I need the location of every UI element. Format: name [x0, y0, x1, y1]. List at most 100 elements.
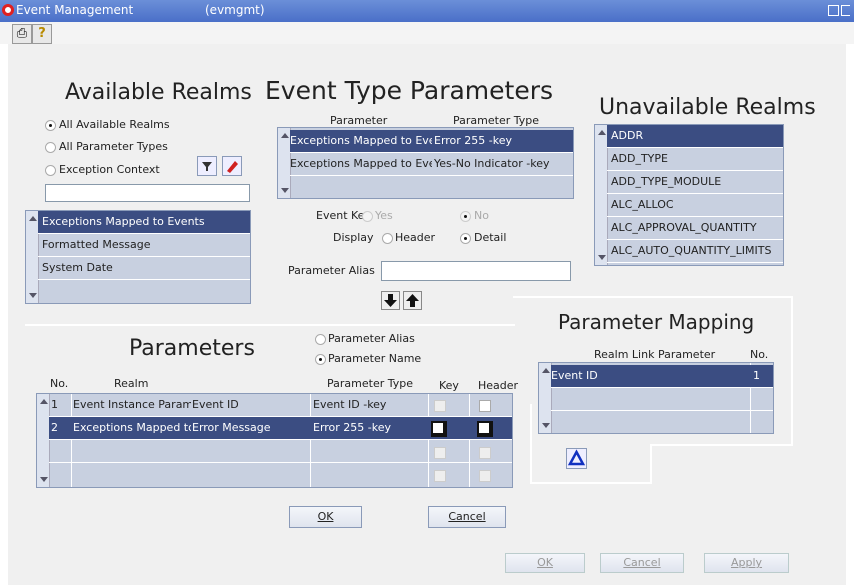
- sort-parameter-name-label: Parameter Name: [328, 352, 422, 365]
- triangle-icon: [567, 449, 586, 466]
- event-key-no-radio[interactable]: [460, 211, 471, 222]
- maximize-icon[interactable]: [828, 5, 839, 16]
- list-item[interactable]: ALC_APPROVAL_QUANTITY: [607, 217, 783, 240]
- realm-cell: Event Instance Parame: [73, 398, 191, 411]
- header-checkbox[interactable]: [479, 447, 491, 459]
- parameter-type-cell: Error 255 -key: [313, 421, 392, 434]
- help-icon[interactable]: ?: [32, 24, 52, 44]
- list-item[interactable]: Formatted Message: [38, 234, 250, 257]
- row-no-cell: 1: [51, 398, 58, 411]
- scroll-up-icon[interactable]: [542, 368, 550, 373]
- list-item-label: ALC_ALLOC: [611, 198, 674, 211]
- list-item-label: Formatted Message: [42, 238, 151, 251]
- available-realms-list[interactable]: Exceptions Mapped to Events Formatted Me…: [25, 210, 251, 304]
- all-available-realms-label: All Available Realms: [59, 118, 170, 131]
- eraser-icon: [227, 161, 238, 173]
- scroll-down-icon[interactable]: [542, 423, 550, 428]
- list-item[interactable]: ALC_ALLOC: [607, 194, 783, 217]
- filter-icon: [202, 162, 212, 171]
- mapping-edit-button[interactable]: [566, 448, 587, 469]
- divider: [513, 296, 793, 298]
- table-row[interactable]: Event ID 1: [551, 365, 773, 388]
- footer-cancel-button[interactable]: Cancel: [600, 553, 684, 573]
- unavailable-realms-title: Unavailable Realms: [599, 95, 816, 120]
- footer-cancel-label: Cancel: [623, 556, 661, 569]
- scroll-down-icon[interactable]: [281, 188, 289, 193]
- table-row[interactable]: [551, 388, 773, 411]
- parameter-mapping-table[interactable]: Event ID 1: [538, 362, 774, 434]
- all-parameter-types-radio[interactable]: [45, 142, 56, 153]
- header-checkbox[interactable]: [477, 421, 493, 437]
- event-key-yes-radio[interactable]: [362, 211, 373, 222]
- parameter-cell: Error Message: [192, 421, 271, 434]
- realm-filter-input[interactable]: [45, 184, 250, 202]
- key-checkbox[interactable]: [434, 447, 446, 459]
- header-checkbox[interactable]: [479, 470, 491, 482]
- event-type-parameters-table[interactable]: Exceptions Mapped to Eve Error 255 -key …: [277, 127, 574, 199]
- list-item-label: ADD_TYPE: [611, 152, 668, 165]
- list-item[interactable]: ADDR: [607, 125, 783, 148]
- close-icon[interactable]: [841, 5, 850, 16]
- realm-link-parameter-cell: Event ID: [551, 369, 598, 382]
- key-checkbox[interactable]: [434, 470, 446, 482]
- arrow-down-icon: [384, 294, 397, 307]
- printer-icon[interactable]: ⎙: [12, 24, 32, 44]
- exception-context-radio[interactable]: [45, 165, 56, 176]
- move-up-button[interactable]: [403, 291, 422, 310]
- event-type-parameters-title: Event Type Parameters: [265, 76, 554, 105]
- list-item[interactable]: Exceptions Mapped to Events: [38, 211, 250, 234]
- list-item-label: ADDR: [611, 129, 644, 142]
- parameters-title: Parameters: [129, 336, 255, 361]
- move-down-button[interactable]: [381, 291, 400, 310]
- unavailable-realms-list[interactable]: ADDR ADD_TYPE ADD_TYPE_MODULE ALC_ALLOC …: [594, 124, 784, 266]
- display-header-radio[interactable]: [382, 233, 393, 244]
- scroll-up-icon[interactable]: [281, 133, 289, 138]
- event-management-window: Event Management (evmgmt) ⎙ ? Available …: [0, 0, 854, 585]
- divider: [791, 296, 793, 446]
- table-row[interactable]: [551, 411, 773, 433]
- all-available-realms-radio[interactable]: [45, 120, 56, 131]
- cancel-button-label: Cancel: [448, 510, 486, 523]
- sort-parameter-name-radio[interactable]: [315, 354, 326, 365]
- scroll-down-icon[interactable]: [598, 255, 606, 260]
- scroll-down-icon[interactable]: [40, 477, 48, 482]
- footer-ok-button[interactable]: OK: [505, 553, 585, 573]
- footer-apply-label: Apply: [730, 556, 763, 569]
- mapping-no-cell: 1: [753, 369, 760, 382]
- parameter-alias-input[interactable]: [381, 261, 571, 281]
- scroll-down-icon[interactable]: [29, 293, 37, 298]
- sort-parameter-alias-radio[interactable]: [315, 334, 326, 345]
- display-detail-radio[interactable]: [460, 233, 471, 244]
- list-item[interactable]: ALC_AUTO_QUANTITY_LIMITS: [607, 240, 783, 263]
- mapping-no-column-header: No.: [750, 348, 769, 361]
- parameter-column-header: Parameter: [330, 114, 388, 127]
- oracle-logo-icon: [2, 4, 14, 16]
- display-header-label: Header: [395, 231, 436, 244]
- list-item[interactable]: System Date: [38, 257, 250, 280]
- list-item-label: ALC_APPROVAL_QUANTITY: [611, 221, 757, 234]
- filter-button[interactable]: [197, 156, 217, 176]
- parameter-type-cell: Error 255 -key: [434, 134, 513, 147]
- key-checkbox[interactable]: [431, 421, 447, 437]
- scroll-up-icon[interactable]: [29, 216, 37, 221]
- list-item[interactable]: ADD_TYPE: [607, 148, 783, 171]
- scroll-up-icon[interactable]: [598, 130, 606, 135]
- arrow-up-icon: [406, 294, 419, 307]
- footer-apply-button[interactable]: Apply: [704, 553, 789, 573]
- list-item-label: Exceptions Mapped to Events: [42, 215, 205, 228]
- key-column-header: Key: [439, 379, 459, 392]
- list-item-label: ADD_TYPE_MODULE: [611, 175, 722, 188]
- header-checkbox[interactable]: [479, 400, 491, 412]
- clear-filter-button[interactable]: [222, 156, 242, 176]
- list-item[interactable]: ADD_TYPE_MODULE: [607, 171, 783, 194]
- scroll-up-icon[interactable]: [40, 399, 48, 404]
- ok-button[interactable]: OK: [289, 506, 362, 528]
- table-row[interactable]: Exceptions Mapped to Eve Yes-No Indicato…: [290, 153, 573, 176]
- available-realms-title: Available Realms: [65, 80, 252, 105]
- key-checkbox[interactable]: [434, 400, 446, 412]
- table-row[interactable]: Exceptions Mapped to Eve Error 255 -key: [290, 130, 573, 153]
- event-key-yes-label: Yes: [375, 209, 393, 222]
- parameter-type-column-header: Parameter Type: [453, 114, 539, 127]
- parameter-cell: Exceptions Mapped to Eve: [290, 134, 432, 147]
- cancel-button[interactable]: Cancel: [428, 506, 506, 528]
